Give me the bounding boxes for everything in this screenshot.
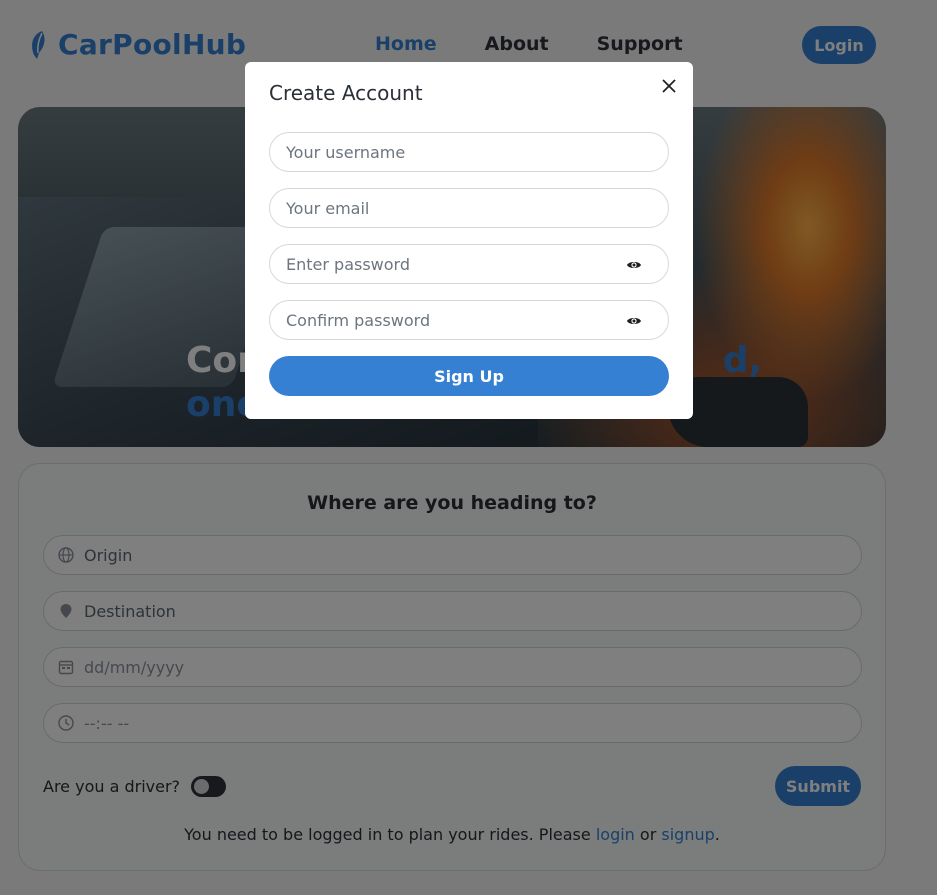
email-input[interactable]: Your email xyxy=(269,188,669,228)
sign-up-button[interactable]: Sign Up xyxy=(269,356,669,396)
modal-title: Create Account xyxy=(269,81,423,105)
password-placeholder: Enter password xyxy=(286,254,410,274)
create-account-modal: Create Account Your username Your email … xyxy=(245,62,693,419)
username-input[interactable]: Your username xyxy=(269,132,669,172)
confirm-password-placeholder: Confirm password xyxy=(286,310,431,330)
email-placeholder: Your email xyxy=(286,198,370,218)
eye-icon[interactable] xyxy=(626,313,642,329)
close-icon[interactable] xyxy=(659,76,679,96)
username-placeholder: Your username xyxy=(286,142,406,162)
confirm-password-input[interactable]: Confirm password xyxy=(269,300,669,340)
password-input[interactable]: Enter password xyxy=(269,244,669,284)
eye-icon[interactable] xyxy=(626,257,642,273)
